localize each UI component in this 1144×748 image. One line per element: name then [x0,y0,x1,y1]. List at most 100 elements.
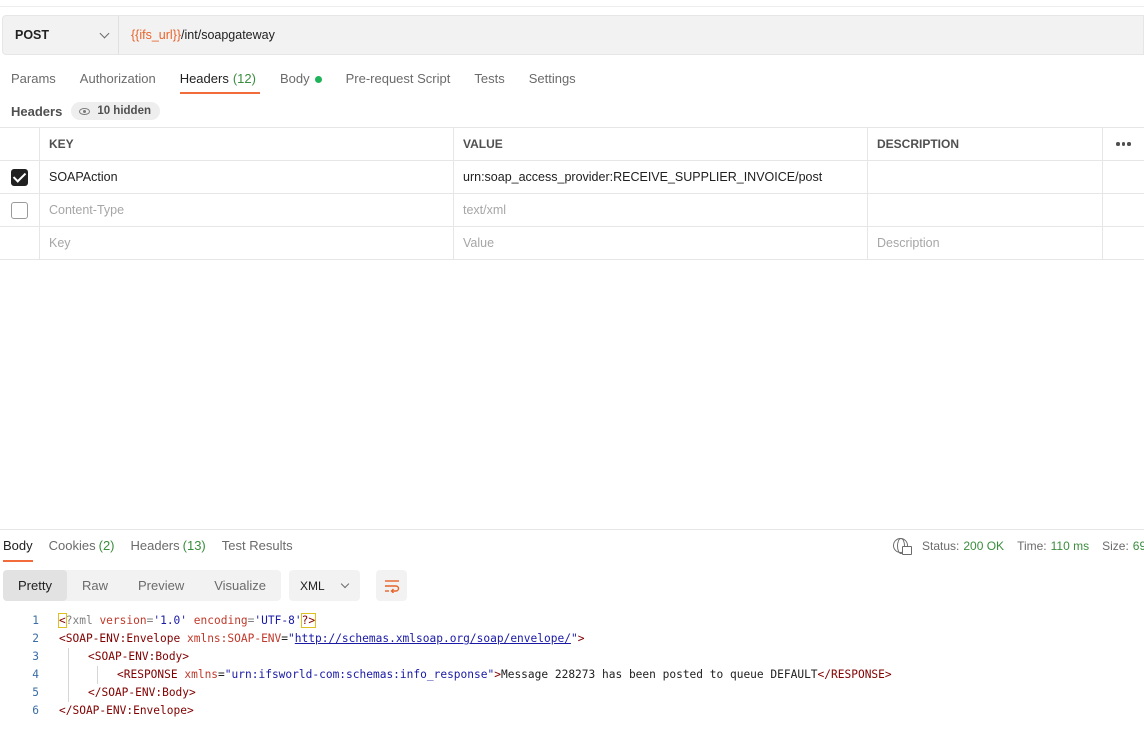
request-tabs: Params Authorization Headers (12) Body Pr… [11,66,600,96]
language-label: XML [300,578,325,593]
globe-icon[interactable] [893,538,912,555]
tab-label: Params [11,71,56,86]
header-key-cell[interactable]: Content-Type [40,194,454,226]
tab-body[interactable]: Body [280,66,322,94]
tab-authorization[interactable]: Authorization [80,66,156,94]
tab-count: (13) [182,538,206,553]
method-label: POST [15,28,50,42]
header-description-cell[interactable] [868,161,1103,193]
tab-label: Headers [179,71,229,86]
header-description-cell[interactable] [868,194,1103,226]
header-key-cell[interactable]: SOAPAction [40,161,454,193]
tab-label: Body [279,71,310,86]
header-value-cell[interactable]: urn:soap_access_provider:RECEIVE_SUPPLIE… [454,161,868,193]
tab-pre-request-script[interactable]: Pre-request Script [346,66,451,94]
line-number: 6 [32,704,39,717]
header-value-cell[interactable]: text/xml [454,194,868,226]
line-content: <SOAP-ENV:Body> [39,648,189,666]
format-tabs: Pretty Raw Preview Visualize [3,570,282,601]
response-body-code[interactable]: 1 <?xml version='1.0' encoding='UTF-8'?>… [0,612,892,720]
chevron-down-icon [340,579,350,588]
tab-label: Pre-request Script [345,71,451,86]
namespace-link[interactable]: http://schemas.xmlsoap.org/soap/envelope… [295,632,571,645]
time-value[interactable]: 110 ms [1051,539,1089,553]
hidden-headers-toggle[interactable]: 10 hidden [71,102,160,120]
row-enabled-checkbox[interactable] [11,201,28,219]
tab-params[interactable]: Params [11,66,56,94]
time-label: Time: [1017,538,1047,553]
column-header-description: DESCRIPTION [868,128,1103,160]
tab-label: Tests [474,71,505,86]
line-number: 5 [32,686,39,699]
body-indicator-dot [314,76,322,83]
eye-icon [79,107,91,115]
format-preview[interactable]: Preview [123,570,199,601]
new-description-input[interactable]: Description [868,227,1103,259]
line-content: <SOAP-ENV:Envelope xmlns:SOAP-ENV="http:… [59,632,585,645]
tab-headers[interactable]: Headers (12) [179,66,261,94]
language-select[interactable]: XML [289,570,361,601]
row-end-cell [1103,194,1144,226]
tab-settings[interactable]: Settings [529,66,576,94]
wrap-lines-icon [384,579,399,593]
response-tab-headers[interactable]: Headers (13) [131,537,206,562]
line-content: <RESPONSE xmlns="urn:ifsworld-com:schema… [39,666,892,684]
status-label: Status: [922,538,960,553]
table-row: SOAPAction urn:soap_access_provider:RECE… [0,161,1144,194]
chevron-down-icon [99,28,110,38]
code-line: 1 <?xml version='1.0' encoding='UTF-8'?> [0,612,892,630]
response-tab-body[interactable]: Body [3,537,33,562]
response-tab-cookies[interactable]: Cookies (2) [49,537,115,562]
header-checkbox-col [0,128,40,160]
line-number: 4 [32,668,39,681]
response-tab-test-results[interactable]: Test Results [222,537,293,562]
code-line: 5 </SOAP-ENV:Body> [0,684,892,702]
new-key-input[interactable]: Key [40,227,454,259]
url-variable: {{ifs_url}} [131,28,182,42]
code-line: 3 <SOAP-ENV:Body> [0,648,892,666]
table-row-new: Key Value Description [0,227,1144,260]
tab-label: Test Results [221,538,293,553]
new-value-input[interactable]: Value [454,227,868,259]
more-horizontal-icon [1116,142,1131,146]
tab-label: Settings [528,71,576,86]
more-options-button[interactable] [1103,128,1144,160]
tab-count: (2) [98,538,115,553]
line-content: </SOAP-ENV:Envelope> [59,704,194,717]
row-checkbox-cell [0,227,40,259]
format-visualize[interactable]: Visualize [199,570,281,601]
format-raw[interactable]: Raw [67,570,123,601]
column-header-value: VALUE [454,128,868,160]
code-line: 2 <SOAP-ENV:Envelope xmlns:SOAP-ENV="htt… [0,630,892,648]
code-line: 4 <RESPONSE xmlns="urn:ifsworld-com:sche… [0,666,892,684]
request-url-bar: POST {{ifs_url}}/int/soapgateway [2,15,1144,55]
response-format-bar: Pretty Raw Preview Visualize XML [3,570,408,601]
size-value[interactable]: 699 [1133,539,1144,553]
size-label: Size: [1102,538,1129,553]
tab-tests[interactable]: Tests [474,66,504,94]
line-number: 3 [32,650,39,663]
tab-count: (12) [232,71,256,86]
url-input[interactable]: {{ifs_url}}/int/soapgateway [119,28,275,42]
row-enabled-checkbox[interactable] [11,168,28,186]
tab-label: Cookies [48,538,96,553]
line-content: <?xml version='1.0' encoding='UTF-8'?> [58,613,317,628]
line-number: 2 [32,632,39,645]
headers-table: KEY VALUE DESCRIPTION SOAPAction urn:soa… [0,127,1144,260]
row-checkbox-cell [0,194,40,226]
table-row: Content-Type text/xml [0,194,1144,227]
response-status-bar: Status:200 OK Time: 110 ms Size: 699 [893,538,1144,555]
row-end-cell [1103,227,1144,259]
url-path: /int/soapgateway [181,28,275,42]
line-number: 1 [32,614,39,627]
wrap-lines-button[interactable] [376,570,408,601]
method-select[interactable]: POST [3,16,119,54]
headers-section-header: Headers 10 hidden [11,100,160,122]
tab-label: Body [3,538,33,553]
hidden-headers-count: 10 hidden [97,105,151,117]
row-end-cell [1103,161,1144,193]
format-pretty[interactable]: Pretty [3,570,67,601]
response-divider [0,529,1144,530]
status-value[interactable]: 200 OK [963,539,1004,553]
code-line: 6 </SOAP-ENV:Envelope> [0,702,892,720]
